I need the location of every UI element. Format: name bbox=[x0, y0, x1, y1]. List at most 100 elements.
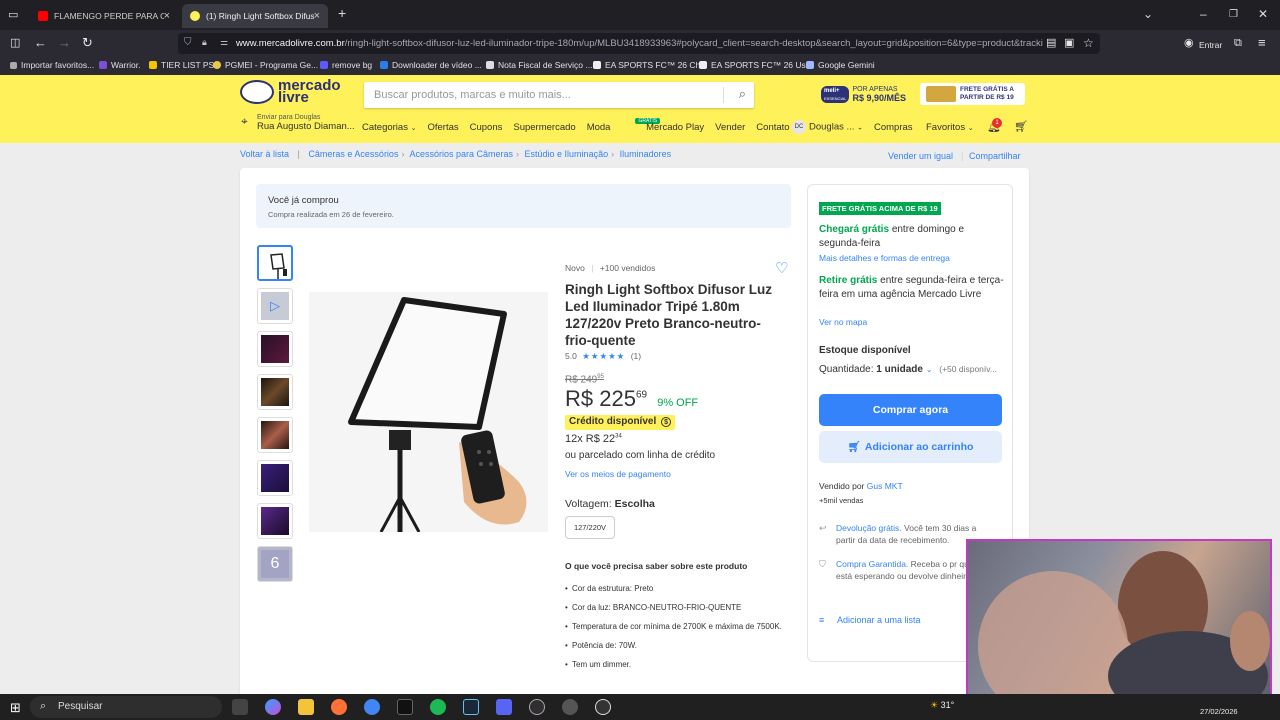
add-to-cart-button[interactable]: 🛒︎ Adicionar ao carrinho bbox=[819, 431, 1002, 463]
gallery-thumbnail[interactable] bbox=[257, 245, 293, 281]
taskbar-search[interactable]: ⌕ Pesquisar bbox=[30, 696, 222, 718]
close-window-icon[interactable]: ✕ bbox=[1258, 7, 1268, 21]
bookmark-item[interactable]: Google Gemini bbox=[806, 60, 875, 70]
back-arrow-icon[interactable]: ← bbox=[34, 36, 47, 50]
chrome-icon[interactable] bbox=[364, 699, 380, 715]
bookmark-item[interactable]: Warrior. bbox=[99, 60, 140, 70]
capcut-icon[interactable] bbox=[397, 699, 413, 715]
settings-gear-icon[interactable] bbox=[562, 699, 578, 715]
meli-plus-promo[interactable]: meli+ ESSENCIAL POR APENAS R$ 9,90/MÊS bbox=[815, 83, 919, 105]
nav-ofertas[interactable]: Ofertas bbox=[427, 122, 458, 133]
quantity-selector[interactable]: Quantidade: 1 unidade ⌄ (+50 disponív... bbox=[819, 364, 997, 375]
new-tab-button[interactable]: + bbox=[338, 5, 346, 21]
bookmark-item[interactable]: TIER LIST PS bbox=[149, 60, 214, 70]
account-icon[interactable]: ◉ bbox=[1184, 36, 1194, 50]
nav-vender[interactable]: Vender bbox=[715, 122, 745, 133]
breadcrumb-item[interactable]: Acessórios para Câmeras bbox=[409, 149, 513, 159]
breadcrumb-item[interactable]: Câmeras e Acessórios bbox=[308, 149, 398, 159]
obs-icon[interactable] bbox=[529, 699, 545, 715]
user-menu[interactable]: DC Douglas ... ⌄ bbox=[792, 120, 863, 134]
bookmark-item[interactable]: PGMEI - Programa Ge... bbox=[213, 60, 318, 70]
screenshot-icon[interactable]: ▣ bbox=[1064, 36, 1074, 50]
product-main-image[interactable] bbox=[309, 292, 548, 533]
close-tab-icon[interactable]: × bbox=[314, 10, 320, 22]
add-to-list-link[interactable]: ≡ Adicionar a uma lista bbox=[819, 615, 921, 625]
credit-available-badge[interactable]: Crédito disponível $ bbox=[565, 415, 676, 430]
chevron-down-icon: ⌄ bbox=[967, 125, 974, 132]
favorite-heart-icon[interactable]: ♡ bbox=[775, 259, 788, 277]
breadcrumb-item[interactable]: Estúdio e Iluminação bbox=[525, 149, 609, 159]
copilot-icon[interactable] bbox=[265, 699, 281, 715]
nav-moda[interactable]: Moda bbox=[587, 122, 611, 133]
free-shipping-promo[interactable]: FRETE GRÁTIS A PARTIR DE R$ 19 bbox=[920, 83, 1025, 105]
cart-icon[interactable]: 🛒︎ bbox=[1014, 120, 1028, 133]
forward-arrow-icon[interactable]: → bbox=[58, 36, 71, 50]
page-info-icon[interactable]: ⚌ bbox=[220, 37, 228, 48]
steam-icon[interactable] bbox=[463, 699, 479, 715]
bookmark-item[interactable]: EA SPORTS FC™ 26 Us... bbox=[699, 60, 813, 70]
firefox-icon[interactable] bbox=[331, 699, 347, 715]
location-pin-icon[interactable]: ⌖ bbox=[241, 114, 248, 129]
bookmark-item[interactable]: EA SPORTS FC™ 26 Ch... bbox=[593, 60, 707, 70]
windows-start-icon[interactable]: ⊞ bbox=[10, 700, 21, 716]
back-to-list-link[interactable]: Voltar à lista bbox=[240, 149, 289, 159]
clock-icon[interactable] bbox=[595, 699, 611, 715]
gallery-thumbnail[interactable] bbox=[257, 331, 293, 367]
nav-categorias[interactable]: Categorias ⌄ bbox=[362, 122, 416, 133]
breadcrumb-item[interactable]: Iluminadores bbox=[620, 149, 672, 159]
shield-icon[interactable]: ⛉ bbox=[184, 37, 192, 48]
map-link[interactable]: Ver no mapa bbox=[819, 317, 867, 327]
browser-tab-product[interactable]: (1) Ringh Light Softbox Difusor × bbox=[182, 4, 328, 28]
tab-list-icon[interactable]: ▭ bbox=[8, 8, 18, 22]
reader-view-icon[interactable]: ▤ bbox=[1046, 36, 1056, 50]
share-link[interactable]: Compartilhar bbox=[969, 151, 1021, 161]
close-tab-icon[interactable]: × bbox=[164, 10, 170, 22]
gallery-thumbnail-more[interactable]: 6 bbox=[257, 546, 293, 582]
browser-tab-video[interactable]: FLAMENGO PERDE PARA O LAN × bbox=[30, 4, 178, 28]
file-explorer-icon[interactable] bbox=[298, 699, 314, 715]
voltage-option-button[interactable]: 127/220V bbox=[565, 516, 615, 539]
delivery-address[interactable]: Enviar para Douglas Rua Augusto Diaman..… bbox=[257, 113, 355, 132]
discord-icon[interactable] bbox=[496, 699, 512, 715]
restore-icon[interactable]: ❐ bbox=[1229, 9, 1238, 20]
bookmark-item[interactable]: Nota Fiscal de Serviço ... bbox=[486, 60, 592, 70]
search-icon[interactable]: ⌕ bbox=[739, 86, 746, 102]
weather-widget[interactable]: ☀ 31° bbox=[930, 700, 954, 711]
payment-methods-link[interactable]: Ver os meios de pagamento bbox=[565, 469, 671, 479]
nav-supermercado[interactable]: Supermercado bbox=[513, 122, 575, 133]
sell-same-link[interactable]: Vender um igual bbox=[888, 151, 953, 161]
account-label[interactable]: Entrar bbox=[1199, 38, 1222, 52]
gallery-thumbnail[interactable] bbox=[257, 374, 293, 410]
minimize-icon[interactable]: – bbox=[1200, 7, 1207, 21]
bookmark-item[interactable]: Importar favoritos... bbox=[10, 60, 94, 70]
gallery-thumbnail[interactable] bbox=[257, 460, 293, 496]
gallery-thumbnail[interactable] bbox=[257, 503, 293, 539]
product-rating[interactable]: 5.0 ★★★★★ (1) bbox=[565, 351, 641, 362]
bookmark-item[interactable]: Downloader de vídeo ... bbox=[380, 60, 482, 70]
mercadolivre-logo[interactable]: mercado livre bbox=[240, 78, 341, 105]
task-view-icon[interactable] bbox=[232, 699, 248, 715]
nav-favoritos[interactable]: Favoritos ⌄ bbox=[926, 122, 974, 133]
address-bar[interactable]: ⛉ 🔒︎ ⚌ www.mercadolivre.com.br /ringh-li… bbox=[178, 33, 1100, 54]
return-link[interactable]: Devolução grátis. bbox=[836, 523, 902, 533]
sidebar-toggle-icon[interactable]: ◫ bbox=[10, 36, 20, 50]
menu-icon[interactable]: ≡ bbox=[1258, 36, 1266, 50]
extensions-icon[interactable]: ⧉ bbox=[1234, 36, 1242, 50]
tab-overflow-chevron-icon[interactable]: ⌄ bbox=[1143, 7, 1153, 21]
guarantee-link[interactable]: Compra Garantida. bbox=[836, 559, 908, 569]
seller-link[interactable]: Gus MKT bbox=[867, 481, 903, 491]
spotify-icon[interactable] bbox=[430, 699, 446, 715]
buy-now-button[interactable]: Comprar agora bbox=[819, 394, 1002, 426]
gallery-thumbnail-video[interactable]: ▷ bbox=[257, 288, 293, 324]
search-input[interactable]: Buscar produtos, marcas e muito mais... … bbox=[364, 82, 754, 108]
bookmark-item[interactable]: remove bg bbox=[320, 60, 372, 70]
gallery-thumbnail[interactable] bbox=[257, 417, 293, 453]
delivery-details-link[interactable]: Mais detalhes e formas de entrega bbox=[819, 253, 950, 263]
reload-icon[interactable]: ↻ bbox=[82, 36, 93, 50]
nav-cupons[interactable]: Cupons bbox=[470, 122, 503, 133]
nav-contato[interactable]: Contato bbox=[756, 122, 789, 133]
nav-mercado-play[interactable]: GRÁTISMercado Play bbox=[621, 118, 704, 133]
bookmark-star-icon[interactable]: ☆ bbox=[1083, 36, 1094, 50]
nav-compras[interactable]: Compras bbox=[874, 122, 913, 133]
lock-icon[interactable]: 🔒︎ bbox=[202, 37, 207, 48]
